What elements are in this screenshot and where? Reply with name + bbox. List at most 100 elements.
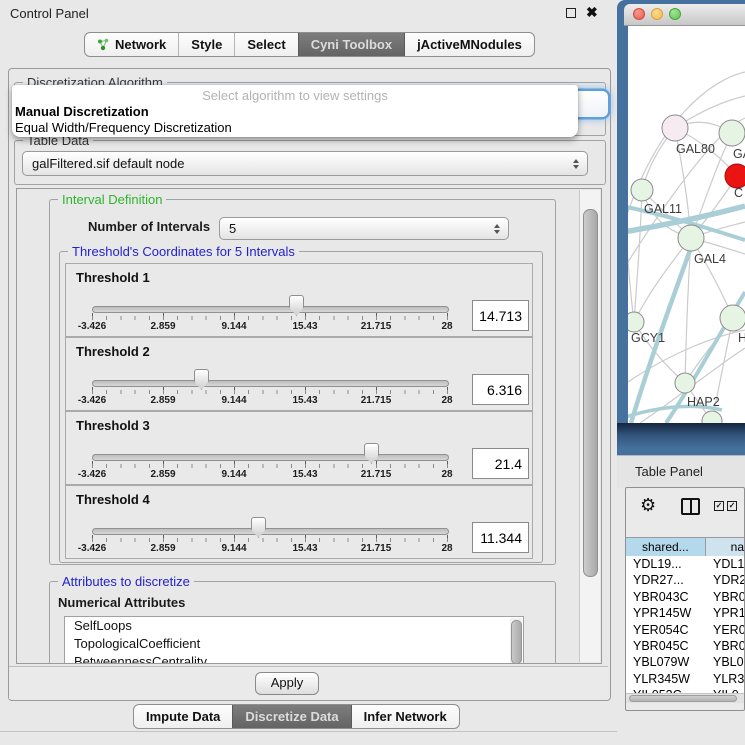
table-data-combobox-value: galFiltered.sif default node xyxy=(32,156,184,171)
tab-impute-data[interactable]: Impute Data xyxy=(134,705,232,728)
network-icon xyxy=(97,38,110,51)
axis-tick-label: 21.715 xyxy=(346,543,406,554)
table-row[interactable]: YDR27... YDR2 xyxy=(626,572,744,588)
threshold-3-value-field[interactable]: 21.4 xyxy=(472,448,529,479)
table-horizontal-scrollbar[interactable] xyxy=(626,693,744,703)
attributes-group-title: Attributes to discretize xyxy=(58,574,194,589)
table-row[interactable]: YBR045C YBR0 xyxy=(626,638,744,654)
split-columns-icon[interactable] xyxy=(681,498,700,515)
window-bottom-edge xyxy=(0,731,617,732)
node-gal11[interactable] xyxy=(631,179,653,201)
table-row[interactable]: YBR043C YBR0 xyxy=(626,589,744,605)
table-horizontal-scrollbar-thumb[interactable] xyxy=(629,695,737,702)
list-item[interactable]: SelfLoops xyxy=(65,617,523,635)
list-item[interactable]: TopologicalCoefficient xyxy=(65,635,523,653)
node-label-gal80: GAL80 xyxy=(676,142,715,156)
zoom-traffic-light-icon[interactable] xyxy=(669,8,681,20)
table-row[interactable]: YBL079W YBL0 xyxy=(626,654,744,670)
tab-jactivemnodules[interactable]: jActiveMNodules xyxy=(404,33,534,56)
threshold-3-slider-track[interactable] xyxy=(92,454,449,461)
axis-tick-label: -3.426 xyxy=(62,543,122,554)
number-of-intervals-combobox[interactable]: 5 xyxy=(219,217,509,240)
axis-tick-label: 15.43 xyxy=(275,321,335,332)
cell: YDL19... xyxy=(626,556,708,572)
cell: YBR043C xyxy=(626,589,708,605)
threshold-4-slider-track[interactable] xyxy=(92,528,449,535)
node-label-partial: C xyxy=(734,186,743,200)
settings-scrollbar[interactable] xyxy=(579,190,600,662)
threshold-1-slider-track[interactable] xyxy=(92,306,449,313)
axis-tick-label: 28 xyxy=(417,395,477,406)
table-row[interactable]: YPR145W YPR1 xyxy=(626,605,744,621)
threshold-1-label: Threshold 1 xyxy=(76,270,150,285)
checkbox-icon[interactable]: ✓ xyxy=(714,501,724,511)
tab-cyni-toolbox-label: Cyni Toolbox xyxy=(311,37,392,52)
close-icon[interactable]: ✖ xyxy=(586,4,598,21)
bottom-tabbar: Impute Data Discretize Data Infer Networ… xyxy=(133,704,460,729)
cell: YDL1 xyxy=(708,556,744,572)
float-window-icon[interactable] xyxy=(566,8,576,18)
cell: YBR0 xyxy=(708,589,744,605)
threshold-1-value-field[interactable]: 14.713 xyxy=(472,300,529,331)
table-row[interactable]: YDL19... YDL1 xyxy=(626,556,744,572)
algorithm-popup-hint: Select algorithm to view settings xyxy=(12,87,578,104)
close-traffic-light-icon[interactable] xyxy=(633,8,645,20)
axis-tick-label: 15.43 xyxy=(275,395,335,406)
column-header-name[interactable]: na xyxy=(706,538,744,557)
tab-network[interactable]: Network xyxy=(85,33,178,56)
thresholds-group-title: Threshold's Coordinates for 5 Intervals xyxy=(68,244,299,259)
node-selected-red[interactable] xyxy=(725,164,745,188)
node-label-partial: H xyxy=(738,331,745,345)
attributes-group: Attributes to discretize Numerical Attri… xyxy=(49,581,556,664)
settings-scrollbar-thumb[interactable] xyxy=(583,209,598,577)
gear-icon[interactable]: ⚙ xyxy=(640,495,656,515)
cell: YLR345W xyxy=(626,671,708,687)
cell: YER054C xyxy=(626,622,708,638)
checkbox-icon[interactable]: ✓ xyxy=(727,501,737,511)
node-hap2[interactable] xyxy=(675,373,695,393)
axis-tick-label: 28 xyxy=(417,543,477,554)
table-row[interactable]: YER054C YER0 xyxy=(626,622,744,638)
table-row[interactable]: YLR345W YLR3 xyxy=(626,671,744,687)
threshold-2-value-field[interactable]: 6.316 xyxy=(472,374,529,405)
cell: YER0 xyxy=(708,622,744,638)
node-label-gcy1: GCY1 xyxy=(631,331,665,345)
interval-definition-title: Interval Definition xyxy=(58,192,166,207)
node[interactable] xyxy=(720,305,745,331)
tab-style[interactable]: Style xyxy=(178,33,234,56)
apply-button[interactable]: Apply xyxy=(255,672,319,695)
network-window-titlebar[interactable] xyxy=(624,4,745,26)
minimize-traffic-light-icon[interactable] xyxy=(651,8,663,20)
list-item[interactable]: BetweennessCentrality xyxy=(65,653,523,664)
tab-cyni-toolbox[interactable]: Cyni Toolbox xyxy=(298,33,404,56)
network-canvas[interactable]: GAL80 GA C GAL11 GAL4 GCY1 H HAP2 xyxy=(628,26,745,423)
axis-tick-label: 9.144 xyxy=(204,543,264,554)
axis-tick-label: 2.859 xyxy=(133,469,193,480)
algorithm-option-equal-width[interactable]: Equal Width/Frequency Discretization xyxy=(12,120,578,136)
table-panel-titlebar: Table Panel xyxy=(617,455,745,488)
threshold-2-panel: Threshold 2 -3.426 2.859 9.144 15.43 21.… xyxy=(65,337,533,411)
list-scrollbar[interactable] xyxy=(510,618,522,664)
threshold-2-label: Threshold 2 xyxy=(76,344,150,359)
node[interactable] xyxy=(719,120,745,146)
node[interactable] xyxy=(702,411,722,423)
threshold-3-label: Threshold 3 xyxy=(76,418,150,433)
threshold-2-slider-track[interactable] xyxy=(92,380,449,387)
node-gcy1[interactable] xyxy=(628,312,644,332)
table-rows: YDL19... YDL1 YDR27... YDR2 YBR043C YBR0… xyxy=(626,556,744,696)
number-of-intervals-value: 5 xyxy=(229,221,236,236)
table-header-row: shared... na xyxy=(626,537,744,558)
cell: YBR045C xyxy=(626,638,708,654)
algorithm-option-manual[interactable]: Manual Discretization xyxy=(12,104,578,120)
axis-tick-label: 2.859 xyxy=(133,395,193,406)
tab-select[interactable]: Select xyxy=(234,33,297,56)
tab-discretize-data[interactable]: Discretize Data xyxy=(232,705,350,728)
threshold-4-value-field[interactable]: 11.344 xyxy=(472,522,529,553)
node-gal4[interactable] xyxy=(678,225,704,251)
node-gal80[interactable] xyxy=(662,115,688,141)
table-data-combobox[interactable]: galFiltered.sif default node xyxy=(22,151,588,176)
cell: YDR27... xyxy=(626,572,708,588)
table-toolbar: ⚙ ✓ ✓ xyxy=(626,488,744,537)
tab-infer-network[interactable]: Infer Network xyxy=(351,705,459,728)
column-header-shared-name[interactable]: shared... xyxy=(626,538,706,557)
